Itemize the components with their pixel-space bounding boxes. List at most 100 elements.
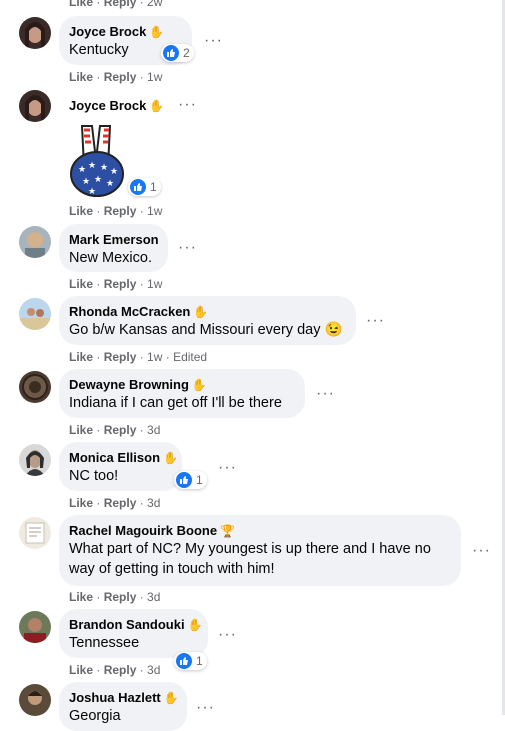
- wave-icon: ✋: [149, 25, 165, 39]
- timestamp[interactable]: 3d: [147, 496, 160, 510]
- like-link[interactable]: Like: [69, 663, 93, 677]
- avatar[interactable]: [19, 17, 51, 49]
- svg-text:★: ★: [78, 165, 86, 175]
- like-icon: [176, 472, 192, 488]
- reply-link[interactable]: Reply: [104, 663, 137, 677]
- like-icon: [163, 45, 179, 61]
- reaction-count[interactable]: 1: [174, 471, 207, 489]
- author-name[interactable]: Joshua Hazlett: [69, 690, 161, 706]
- more-options-icon[interactable]: ···: [316, 386, 335, 402]
- author-name[interactable]: Joyce Brock: [69, 98, 146, 114]
- comment-meta: Like · Reply · 1w: [69, 70, 163, 84]
- timestamp[interactable]: 2w: [147, 0, 162, 9]
- author-name[interactable]: Joyce Brock: [69, 24, 146, 40]
- comment-meta: Like · Reply · 3d: [69, 663, 161, 677]
- comment-bubble: Dewayne Browning ✋ Indiana if I can get o…: [59, 369, 305, 418]
- wave-icon: ✋: [191, 378, 207, 392]
- more-options-icon[interactable]: ···: [178, 97, 197, 113]
- reply-link[interactable]: Reply: [104, 204, 137, 218]
- comment-text: Georgia: [69, 708, 121, 724]
- author-name[interactable]: Mark Emerson: [69, 232, 159, 248]
- more-options-icon[interactable]: ···: [218, 460, 237, 476]
- timestamp[interactable]: 1w: [147, 204, 162, 218]
- like-link[interactable]: Like: [69, 277, 93, 291]
- comment-bubble: Rachel Magouirk Boone 🏆 What part of NC? …: [59, 515, 461, 586]
- comment-meta: Like · Reply · 3d: [69, 590, 161, 604]
- peace-sign-sticker[interactable]: ★ ★ ★ ★ ★ ★ ★ ★: [66, 122, 128, 200]
- comment-bubble: Monica Ellison ✋ NC too!: [59, 442, 182, 491]
- avatar[interactable]: [19, 90, 51, 122]
- reply-link[interactable]: Reply: [104, 277, 137, 291]
- trophy-icon: 🏆: [220, 524, 236, 538]
- like-link[interactable]: Like: [69, 350, 93, 364]
- more-options-icon[interactable]: ···: [196, 700, 215, 716]
- comment-bubble: Rhonda McCracken ✋ Go b/w Kansas and Miss…: [59, 296, 356, 345]
- reply-link[interactable]: Reply: [104, 590, 137, 604]
- avatar[interactable]: [19, 371, 51, 403]
- author-name[interactable]: Dewayne Browning: [69, 377, 189, 393]
- avatar[interactable]: [19, 298, 51, 330]
- timestamp[interactable]: 3d: [147, 663, 160, 677]
- timestamp[interactable]: 1w: [147, 70, 162, 84]
- reaction-count[interactable]: 1: [128, 178, 161, 196]
- wave-icon: ✋: [193, 305, 209, 319]
- comment-meta: Like · Reply · 1w: [69, 204, 163, 218]
- reply-link[interactable]: Reply: [104, 423, 137, 437]
- comment-bubble: Joshua Hazlett ✋ Georgia: [59, 682, 187, 731]
- avatar[interactable]: [19, 684, 51, 716]
- author-name[interactable]: Rhonda McCracken: [69, 304, 190, 320]
- svg-text:★: ★: [110, 167, 118, 177]
- avatar[interactable]: [19, 444, 51, 476]
- like-link[interactable]: Like: [69, 496, 93, 510]
- avatar[interactable]: [19, 517, 51, 549]
- comment-meta: Like · Reply · 2w: [69, 0, 162, 9]
- like-link[interactable]: Like: [69, 590, 93, 604]
- reaction-count[interactable]: 2: [161, 44, 194, 62]
- author-name[interactable]: Brandon Sandouki: [69, 617, 185, 633]
- like-link[interactable]: Like: [69, 70, 93, 84]
- comment-bubble: Brandon Sandouki ✋ Tennessee: [59, 609, 208, 658]
- more-options-icon[interactable]: ···: [218, 627, 237, 643]
- svg-text:★: ★: [106, 179, 114, 189]
- like-link[interactable]: Like: [69, 0, 93, 9]
- comment-text: NC too!: [69, 468, 119, 484]
- reply-link[interactable]: Reply: [104, 70, 137, 84]
- timestamp[interactable]: 1w: [147, 277, 162, 291]
- more-options-icon[interactable]: ···: [366, 313, 385, 329]
- comment-bubble: Mark Emerson New Mexico.: [59, 224, 168, 272]
- like-icon: [176, 653, 192, 669]
- svg-text:★: ★: [100, 163, 108, 173]
- avatar[interactable]: [19, 226, 51, 258]
- comment-text: Go b/w Kansas and Missouri every day 😉: [69, 322, 343, 338]
- more-options-icon[interactable]: ···: [178, 240, 197, 256]
- edited-label[interactable]: Edited: [173, 350, 207, 364]
- author-name[interactable]: Monica Ellison: [69, 450, 160, 466]
- comment-meta: Like · Reply · 3d: [69, 423, 161, 437]
- more-options-icon[interactable]: ···: [472, 543, 491, 559]
- wave-icon: ✋: [149, 99, 165, 113]
- comment-text: Indiana if I can get off I'll be there: [69, 395, 282, 411]
- timestamp[interactable]: 3d: [147, 423, 160, 437]
- like-link[interactable]: Like: [69, 204, 93, 218]
- comment-meta: Like · Reply · 3d: [69, 496, 161, 510]
- svg-text:★: ★: [82, 177, 90, 187]
- svg-text:★: ★: [94, 175, 102, 185]
- svg-text:★: ★: [88, 161, 96, 171]
- wave-icon: ✋: [163, 691, 179, 705]
- like-link[interactable]: Like: [69, 423, 93, 437]
- more-options-icon[interactable]: ···: [204, 33, 223, 49]
- timestamp[interactable]: 3d: [147, 590, 160, 604]
- comment-text: What part of NC? My youngest is up there…: [69, 541, 431, 577]
- author-name[interactable]: Rachel Magouirk Boone: [69, 523, 217, 539]
- reply-link[interactable]: Reply: [104, 496, 137, 510]
- comment-meta: Like · Reply · 1w: [69, 277, 163, 291]
- wave-icon: ✋: [163, 451, 178, 465]
- comment-text: Tennessee: [69, 635, 140, 651]
- avatar[interactable]: [19, 611, 51, 643]
- reply-link[interactable]: Reply: [104, 350, 137, 364]
- wave-icon: ✋: [187, 618, 203, 632]
- timestamp[interactable]: 1w: [147, 350, 162, 364]
- reaction-count[interactable]: 1: [174, 652, 207, 670]
- comment-meta: Like · Reply · 1w · Edited: [69, 350, 208, 364]
- reply-link[interactable]: Reply: [104, 0, 137, 9]
